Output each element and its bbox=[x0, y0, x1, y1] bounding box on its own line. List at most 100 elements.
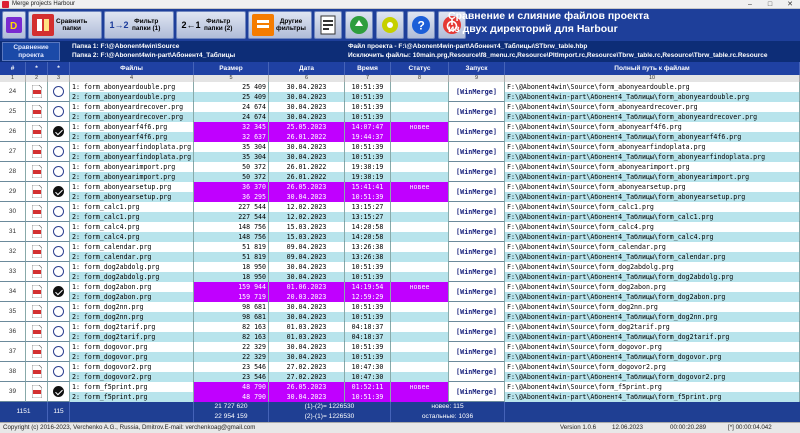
filter-folder1-button[interactable]: 1→2 Фильтр папки (1) bbox=[104, 11, 174, 39]
table-row[interactable]: 29 1: form_abonyearsetup.prg 2: form_abony… bbox=[0, 182, 800, 202]
compare-folders-button[interactable]: Сравнить папки bbox=[28, 11, 102, 39]
winmerge-link[interactable]: [WinMerge] bbox=[449, 362, 505, 382]
winmerge-link[interactable]: [WinMerge] bbox=[449, 122, 505, 142]
winmerge-link[interactable]: [WinMerge] bbox=[449, 102, 505, 122]
unchecked-circle-icon[interactable] bbox=[53, 246, 64, 257]
checked-circle-icon[interactable] bbox=[53, 286, 64, 297]
time2: 14:20:58 bbox=[345, 232, 390, 242]
settings-button[interactable] bbox=[376, 11, 404, 39]
time-cell: 10:51:3910:51:39 bbox=[345, 102, 391, 122]
size-cell: 227 544 227 544 bbox=[194, 202, 269, 222]
winmerge-link[interactable]: [WinMerge] bbox=[449, 222, 505, 242]
unchecked-circle-icon[interactable] bbox=[53, 106, 64, 117]
table-row[interactable]: 24 1: form_abonyeardouble.prg 2: form_abon… bbox=[0, 82, 800, 102]
winmerge-link[interactable]: [WinMerge] bbox=[449, 162, 505, 182]
time1: 10:51:39 bbox=[345, 82, 390, 92]
col-header-path[interactable]: Полный путь к файлам bbox=[505, 62, 800, 75]
maximize-icon[interactable]: □ bbox=[760, 0, 780, 9]
checked-circle-icon[interactable] bbox=[53, 126, 64, 137]
col-header-time[interactable]: Время bbox=[345, 62, 391, 75]
winmerge-link[interactable]: [WinMerge] bbox=[449, 282, 505, 302]
unchecked-circle-icon[interactable] bbox=[53, 206, 64, 217]
table-row[interactable]: 32 1: form_calendar.prg 2: form_calendar.p… bbox=[0, 242, 800, 262]
winmerge-link[interactable]: [WinMerge] bbox=[449, 262, 505, 282]
file-type-cell bbox=[26, 262, 48, 282]
winmerge-link[interactable]: [WinMerge] bbox=[449, 322, 505, 342]
table-row[interactable]: 25 1: form_abonyeardrecover.prg 2: form_ab… bbox=[0, 102, 800, 122]
unchecked-circle-icon[interactable] bbox=[53, 366, 64, 377]
document-button[interactable] bbox=[314, 11, 342, 39]
status-text: новее bbox=[391, 382, 448, 392]
table-row[interactable]: 26 1: form_abonyearf4f6.prg 2: form_abonye… bbox=[0, 122, 800, 142]
winmerge-link[interactable]: [WinMerge] bbox=[449, 82, 505, 102]
time1: 13:15:27 bbox=[345, 202, 390, 212]
prg-file-icon bbox=[31, 165, 42, 178]
col-header-mark[interactable]: * bbox=[48, 62, 70, 75]
filter-folder2-button[interactable]: 2←1 Фильтр папки (2) bbox=[176, 11, 246, 39]
table-row[interactable]: 30 1: form_calc1.prg 2: form_calc1.prg 227 … bbox=[0, 202, 800, 222]
mark-cell bbox=[48, 202, 70, 222]
time2: 13:15:27 bbox=[345, 212, 390, 222]
table-row[interactable]: 35 1: form_dog2nn.prg 2: form_dog2nn.prg 98… bbox=[0, 302, 800, 322]
col-header-index[interactable]: # bbox=[0, 62, 26, 75]
copyright-text: Copyright (c) 2016-2023, Verchenko A.G.,… bbox=[3, 424, 256, 431]
recycle-button[interactable] bbox=[345, 11, 373, 39]
winmerge-link[interactable]: [WinMerge] bbox=[449, 202, 505, 222]
table-row[interactable]: 27 1: form_abonyearfindoplata.prg 2: form_… bbox=[0, 142, 800, 162]
unchecked-circle-icon[interactable] bbox=[53, 346, 64, 357]
time2: 10:51:39 bbox=[345, 92, 390, 102]
file-type-cell bbox=[26, 162, 48, 182]
unchecked-circle-icon[interactable] bbox=[53, 266, 64, 277]
table-row[interactable]: 31 1: form_calc4.prg 2: form_calc4.prg 148 … bbox=[0, 222, 800, 242]
table-row[interactable]: 34 1: form_dog2abon.prg 2: form_dog2abon.p… bbox=[0, 282, 800, 302]
winmerge-link[interactable]: [WinMerge] bbox=[449, 182, 505, 202]
size-cell: 25 409 25 409 bbox=[194, 82, 269, 102]
table-row[interactable]: 28 1: form_abonyearimport.prg 2: form_abon… bbox=[0, 162, 800, 182]
unchecked-circle-icon[interactable] bbox=[53, 326, 64, 337]
col-header-date[interactable]: Дата bbox=[269, 62, 345, 75]
winmerge-link[interactable]: [WinMerge] bbox=[449, 302, 505, 322]
path2: F:\@Abonent4win-part\Абонент4_Таблицы\fo… bbox=[505, 192, 799, 202]
help-button[interactable]: ? bbox=[407, 11, 435, 39]
file-type-cell bbox=[26, 202, 48, 222]
date1: 30.04.2023 bbox=[269, 82, 344, 92]
table-row[interactable]: 33 1: form_dog2abdolg.prg 2: form_dog2abdo… bbox=[0, 262, 800, 282]
file-name-cell: 1: form_calc1.prg 2: form_calc1.prg bbox=[70, 202, 194, 222]
size-cell: 32 345 32 637 bbox=[194, 122, 269, 142]
prg-file-icon bbox=[31, 385, 42, 398]
compare-project-button[interactable]: Сравнение проекта bbox=[2, 42, 60, 61]
date2: 01.03.2023 bbox=[269, 332, 344, 342]
winmerge-link[interactable]: [WinMerge] bbox=[449, 342, 505, 362]
file2-name: 2: form_abonyearf4f6.prg bbox=[70, 132, 193, 142]
status-text bbox=[391, 162, 448, 172]
table-row[interactable]: 37 1: form_dogovor.prg 2: form_dogovor.prg… bbox=[0, 342, 800, 362]
other-filters-button[interactable]: Другие фильтры bbox=[248, 11, 312, 39]
unchecked-circle-icon[interactable] bbox=[53, 86, 64, 97]
winmerge-link[interactable]: [WinMerge] bbox=[449, 242, 505, 262]
mark-cell bbox=[48, 282, 70, 302]
col-header-run[interactable]: Запуск bbox=[449, 62, 505, 75]
status-text-2 bbox=[391, 392, 448, 402]
checked-circle-icon[interactable] bbox=[53, 186, 64, 197]
unchecked-circle-icon[interactable] bbox=[53, 226, 64, 237]
col-header-status[interactable]: Статус bbox=[391, 62, 449, 75]
unchecked-circle-icon[interactable] bbox=[53, 166, 64, 177]
winmerge-link[interactable]: [WinMerge] bbox=[449, 142, 505, 162]
table-row[interactable]: 38 1: form_dogovor2.prg 2: form_dogovor2.p… bbox=[0, 362, 800, 382]
unchecked-circle-icon[interactable] bbox=[53, 146, 64, 157]
col-header-size[interactable]: Размер bbox=[194, 62, 269, 75]
minimize-icon[interactable]: – bbox=[740, 0, 760, 9]
col-header-icon[interactable]: * bbox=[26, 62, 48, 75]
table-row[interactable]: 36 1: form_dog2tarif.prg 2: form_dog2tarif… bbox=[0, 322, 800, 342]
table-row[interactable]: 39 1: form_f5print.prg 2: form_f5print.prg… bbox=[0, 382, 800, 402]
close-icon[interactable]: ✕ bbox=[780, 0, 800, 9]
full-path-cell: F:\@Abonent4win\Source\form_dogovor.prg F… bbox=[505, 342, 800, 362]
newer-count: новее: 115 bbox=[431, 403, 464, 410]
path2: F:\@Abonent4win-part\Абонент4_Таблицы\fo… bbox=[505, 232, 799, 242]
winmerge-link[interactable]: [WinMerge] bbox=[449, 382, 505, 402]
col-header-files[interactable]: Файлы bbox=[70, 62, 194, 75]
checked-circle-icon[interactable] bbox=[53, 386, 64, 397]
time-cell: 14:07:47 19:44:37 bbox=[345, 122, 391, 142]
logo-button[interactable]: D bbox=[2, 11, 26, 39]
unchecked-circle-icon[interactable] bbox=[53, 306, 64, 317]
